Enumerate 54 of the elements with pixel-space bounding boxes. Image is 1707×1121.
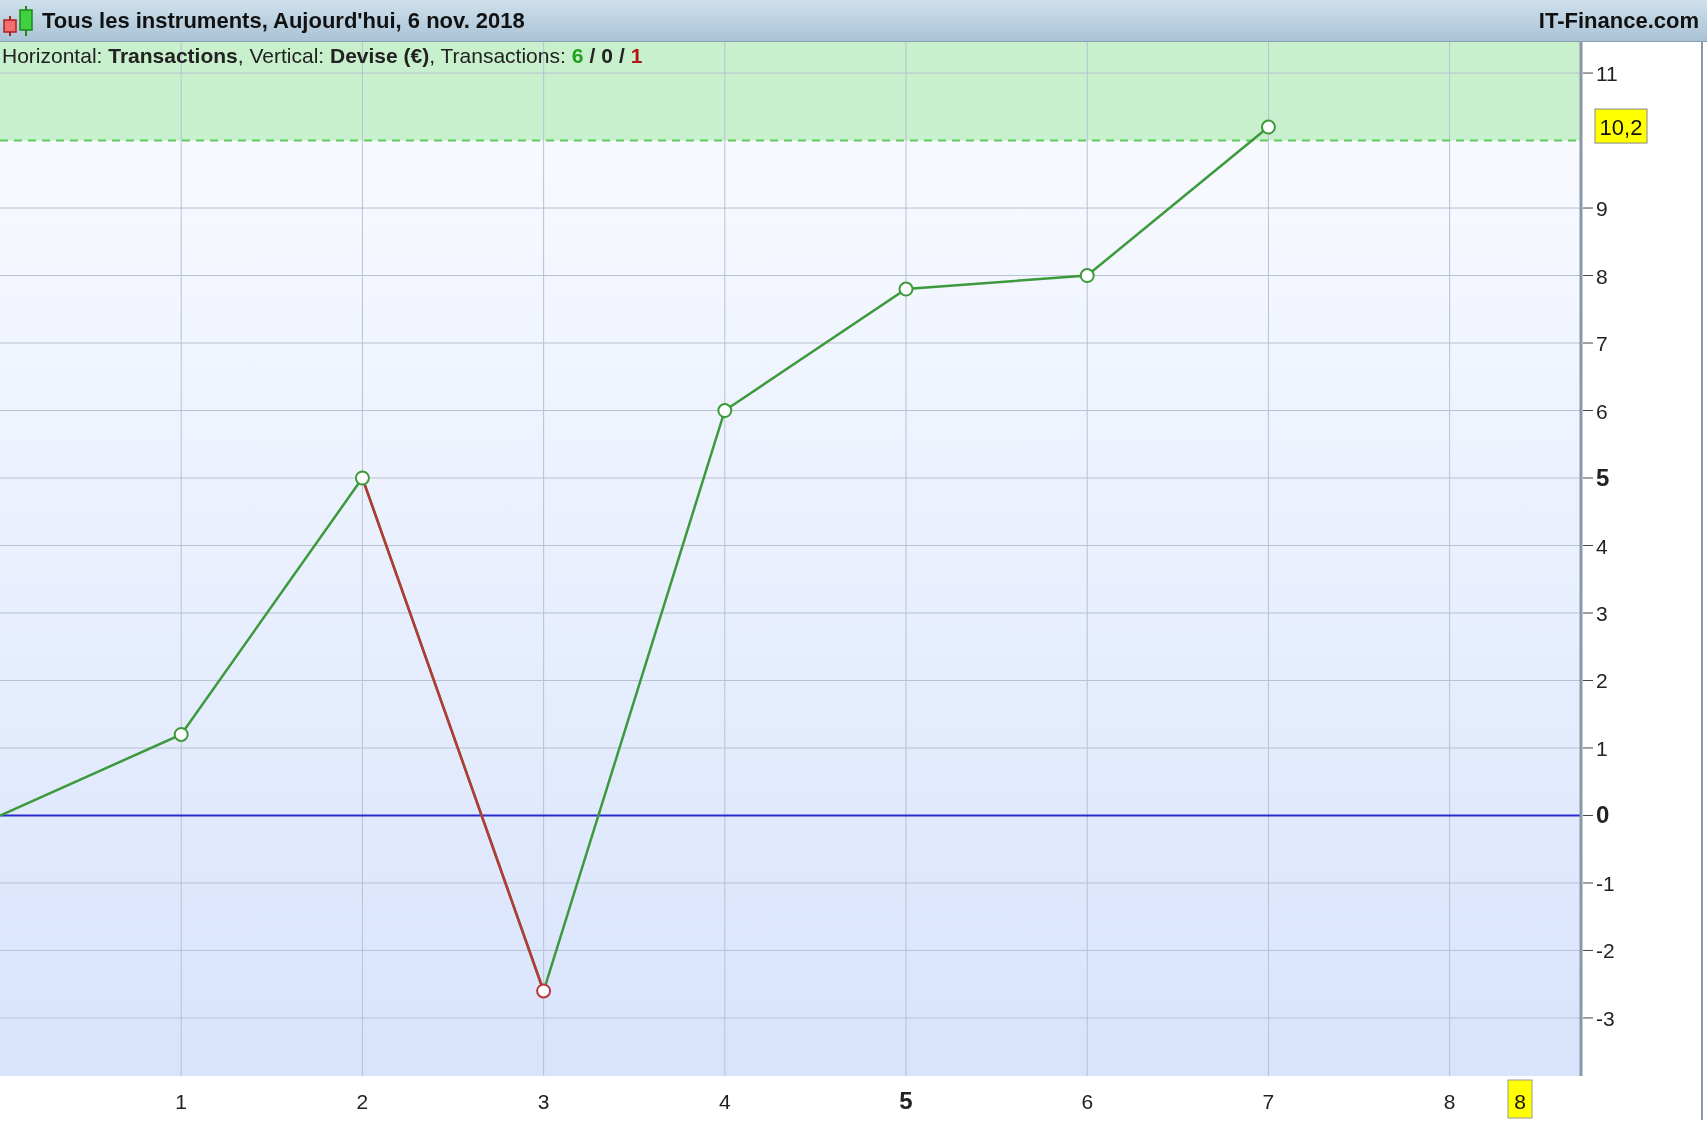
position-cursor-label: 8 bbox=[1507, 1079, 1533, 1119]
y-tick-label: 11 bbox=[1582, 62, 1618, 86]
transaction-count: 6 bbox=[571, 44, 584, 68]
transaction-count: 1 bbox=[630, 44, 643, 68]
y-tick-label: 9 bbox=[1596, 197, 1608, 221]
y-tick-label: 5 bbox=[1582, 464, 1610, 491]
data-point bbox=[1260, 119, 1276, 135]
x-tick-label: 5 bbox=[899, 1087, 913, 1114]
data-point bbox=[536, 983, 552, 999]
x-tick-label: 1 bbox=[175, 1090, 188, 1113]
y-tick-label: 5 bbox=[1596, 464, 1610, 492]
window-title: Tous les instruments, Aujourd'hui, 6 nov. 2018 bbox=[42, 7, 526, 34]
y-tick-label: 6 bbox=[1596, 399, 1608, 423]
y-tick-label: 0 bbox=[1596, 801, 1610, 829]
y-tick-label: 4 bbox=[1582, 534, 1608, 558]
x-tick-label: 4 bbox=[718, 1090, 731, 1113]
x-tick-label: 7 bbox=[1262, 1090, 1275, 1113]
y-tick-label: 2 bbox=[1596, 669, 1608, 693]
y-tick-label: 7 bbox=[1582, 332, 1608, 355]
y-tick-label: -2 bbox=[1582, 939, 1615, 963]
brand-name: IT-Finance.com bbox=[1538, 7, 1699, 34]
y-tick-label: 0 bbox=[1582, 801, 1610, 829]
data-point bbox=[173, 727, 189, 742]
y-tick-label: 6 bbox=[1582, 399, 1608, 423]
transaction-count: / bbox=[589, 44, 596, 68]
x-tick-label: 3 bbox=[537, 1090, 550, 1113]
y-tick-label: 9 bbox=[1582, 197, 1608, 221]
y-tick-label: -3 bbox=[1582, 1006, 1615, 1030]
value-cursor-label: 10,2 bbox=[1594, 108, 1648, 144]
y-tick-label: -3 bbox=[1596, 1006, 1615, 1030]
y-tick-label: 8 bbox=[1582, 264, 1608, 288]
y-tick-label: -1 bbox=[1582, 871, 1615, 895]
y-tick-label: 2 bbox=[1582, 669, 1608, 693]
transaction-count: 0 bbox=[601, 44, 613, 68]
x-tick-label: 2 bbox=[356, 1090, 369, 1113]
y-tick-label: 4 bbox=[1596, 534, 1608, 558]
y-tick-label: 7 bbox=[1596, 332, 1608, 356]
transaction-count: / bbox=[619, 44, 625, 68]
x-tick-label: 8 bbox=[1443, 1090, 1456, 1113]
data-point bbox=[898, 281, 914, 297]
y-tick-label: -2 bbox=[1596, 939, 1615, 963]
data-point bbox=[354, 470, 370, 486]
data-point bbox=[1079, 268, 1095, 284]
data-point bbox=[717, 403, 733, 418]
y-tick-label: 3 bbox=[1582, 602, 1608, 625]
candlestick-icon bbox=[2, 3, 36, 38]
chart-legend: Horizontal: Transactions, Vertical: Devise (€), Transactions: bbox=[2, 44, 566, 68]
y-tick-label: 3 bbox=[1596, 601, 1608, 625]
y-tick-label: 11 bbox=[1596, 62, 1618, 86]
y-tick-label: 8 bbox=[1596, 264, 1608, 288]
x-tick-label: 6 bbox=[1081, 1090, 1094, 1113]
y-tick-label: 1 bbox=[1582, 737, 1608, 760]
y-tick-label: -1 bbox=[1596, 871, 1615, 895]
y-tick-label: 1 bbox=[1596, 736, 1608, 760]
